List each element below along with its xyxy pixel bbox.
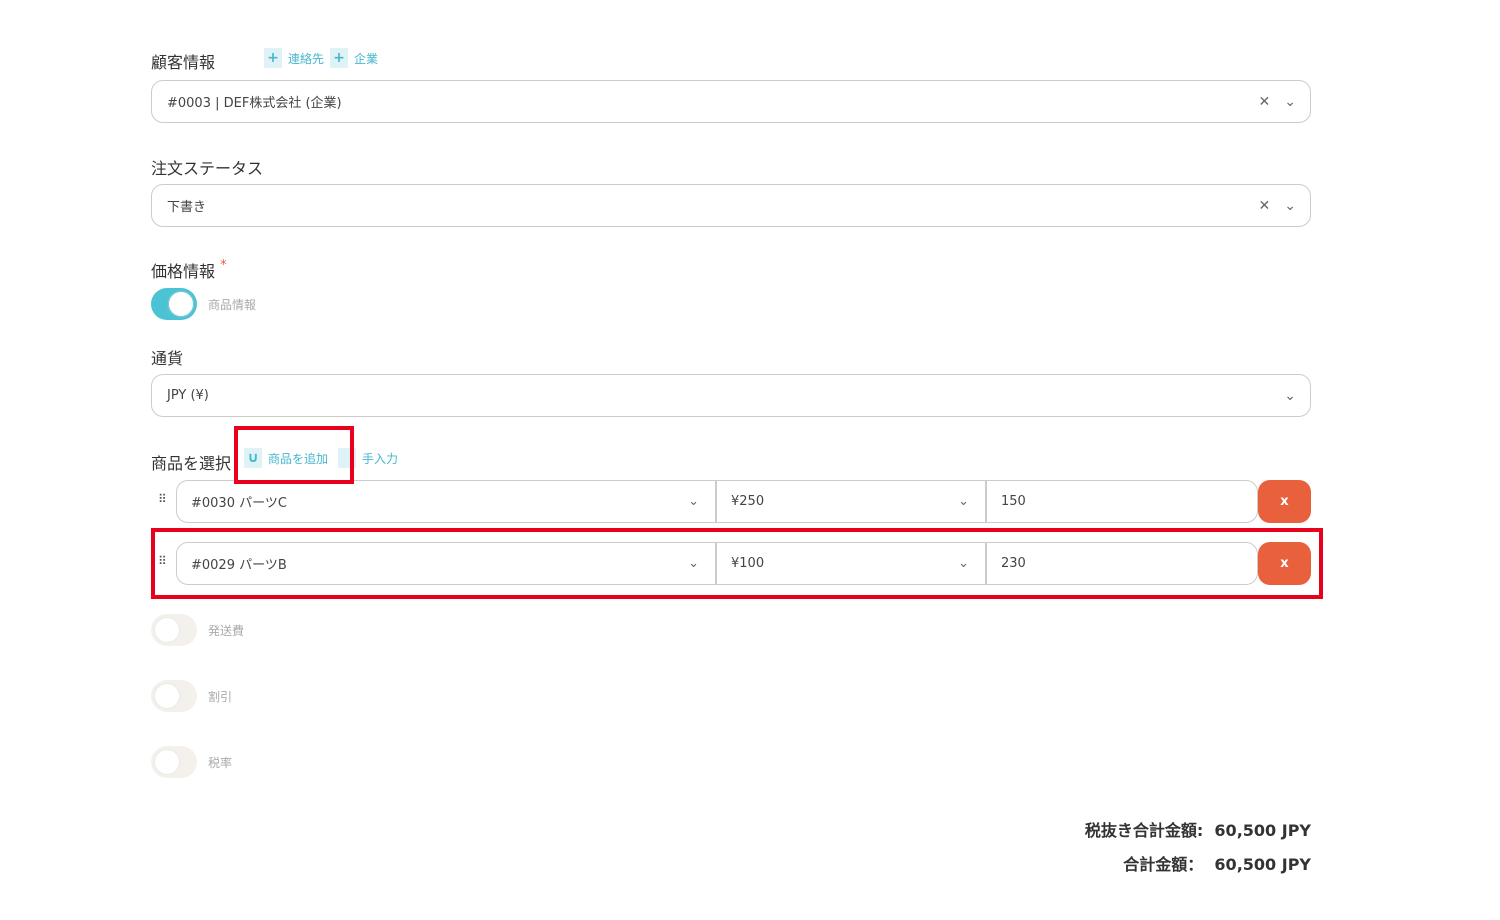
customer-select[interactable]: #0003 | DEF株式会社 (企業) ✕ ⌄ xyxy=(151,80,1311,123)
status-value: 下書き xyxy=(167,200,207,215)
discount-toggle-label: 割引 xyxy=(208,690,233,704)
chevron-down-icon[interactable]: ⌄ xyxy=(1284,198,1296,214)
plus-icon[interactable]: + xyxy=(330,48,349,68)
drag-handle-icon[interactable]: ⠿ xyxy=(158,492,167,506)
delete-row-button[interactable]: x xyxy=(1258,480,1311,523)
status-label: 注文ステータス xyxy=(151,159,264,178)
add-company-link[interactable]: 企業 xyxy=(354,50,378,67)
quantity-input[interactable]: 150 xyxy=(986,480,1258,523)
grand-total: 合計金額： 60,500 JPY xyxy=(1123,855,1311,874)
product-select-label: 商品を選択 xyxy=(151,454,232,473)
tax-toggle[interactable] xyxy=(151,746,197,778)
chevron-down-icon[interactable]: ⌄ xyxy=(1284,388,1296,404)
currency-value: JPY (¥) xyxy=(167,388,209,403)
product-info-toggle[interactable] xyxy=(151,288,197,320)
add-contact-link[interactable]: 連絡先 xyxy=(288,50,324,67)
shipping-toggle-label: 発送費 xyxy=(208,624,245,638)
price-select[interactable]: ¥250 ⌄ xyxy=(716,480,986,523)
clear-icon[interactable]: ✕ xyxy=(1259,94,1271,110)
tax-toggle-label: 税率 xyxy=(208,756,233,770)
status-select[interactable]: 下書き ✕ ⌄ xyxy=(151,184,1311,227)
highlight-box xyxy=(234,426,354,484)
chevron-down-icon[interactable]: ⌄ xyxy=(1284,94,1296,110)
product-select[interactable]: #0030 パーツC ⌄ xyxy=(176,480,716,523)
customer-value: #0003 | DEF株式会社 (企業) xyxy=(167,96,342,111)
discount-toggle[interactable] xyxy=(151,680,197,712)
chevron-down-icon: ⌄ xyxy=(688,494,699,509)
highlight-box xyxy=(151,528,1323,599)
plus-icon[interactable]: + xyxy=(264,48,282,68)
clear-icon[interactable]: ✕ xyxy=(1259,198,1271,214)
chevron-down-icon: ⌄ xyxy=(958,494,969,509)
product-row: ⠿ #0030 パーツC ⌄ ¥250 ⌄ 150 x xyxy=(151,480,1311,524)
manual-input-link[interactable]: 手入力 xyxy=(362,450,398,467)
subtotal: 税抜き合計金額: 60,500 JPY xyxy=(1084,821,1311,840)
currency-label: 通貨 xyxy=(151,349,184,368)
customer-label: 顧客情報 xyxy=(151,53,216,72)
shipping-toggle[interactable] xyxy=(151,614,197,646)
product-info-toggle-label: 商品情報 xyxy=(208,298,257,312)
price-info-label: 価格情報 * xyxy=(151,258,227,281)
currency-select[interactable]: JPY (¥) ⌄ xyxy=(151,374,1311,417)
